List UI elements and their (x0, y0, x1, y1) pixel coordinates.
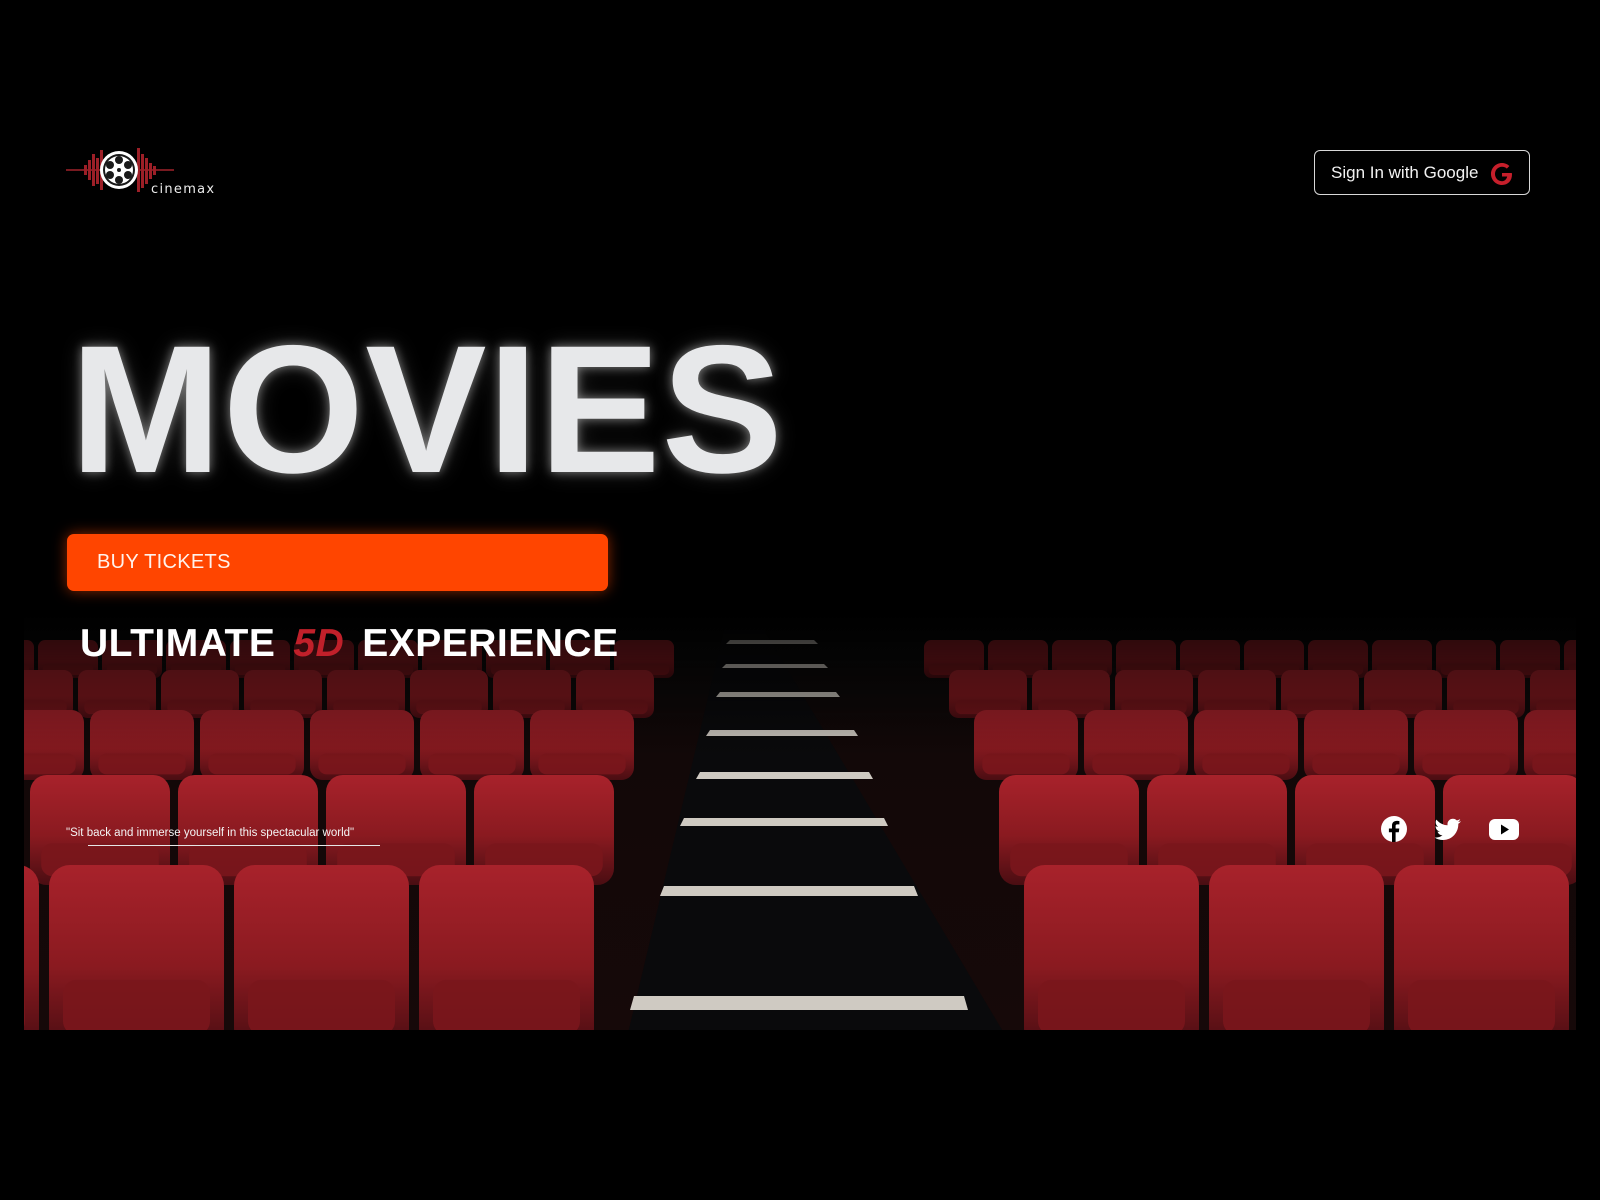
seat-cushion (24, 753, 76, 775)
buy-tickets-label: BUY TICKETS (97, 551, 231, 573)
seat-cushion (1223, 979, 1370, 1036)
seat-cushion (433, 979, 580, 1036)
seat-cushion (1532, 753, 1576, 775)
sign-in-with-google-button[interactable]: Sign In with Google (1314, 150, 1530, 195)
aisle-step (726, 640, 818, 644)
seat-cushion (1202, 753, 1290, 775)
seat-cushion (1422, 753, 1510, 775)
aisle-step (716, 692, 840, 697)
seat-cushion (1092, 753, 1180, 775)
aisle-step (680, 818, 888, 826)
google-g-icon (1491, 163, 1512, 185)
seat-cushion (98, 753, 186, 775)
theater-seats-image (24, 600, 1576, 1050)
twitter-icon[interactable] (1433, 814, 1463, 844)
seat-cushion (1408, 979, 1555, 1036)
seat-cushion (538, 753, 626, 775)
aisle-step (660, 886, 918, 896)
aisle-step (696, 772, 873, 779)
aisle-step (722, 664, 828, 668)
quote-text: "Sit back and immerse yourself in this s… (66, 827, 355, 839)
facebook-icon[interactable] (1379, 814, 1409, 844)
seat-cushion (318, 753, 406, 775)
seat-cushion (982, 753, 1070, 775)
aisle-step (706, 730, 858, 736)
seat-cushion (63, 979, 210, 1036)
seat-cushion (1038, 979, 1185, 1036)
youtube-icon[interactable] (1488, 814, 1520, 844)
page-title: MOVIES (70, 307, 784, 511)
brand-name: cinemax (151, 182, 216, 197)
seat (24, 865, 39, 1050)
seat-cushion (248, 979, 395, 1036)
buy-tickets-button[interactable]: BUY TICKETS (67, 534, 608, 591)
seat-cushion (208, 753, 296, 775)
tagline-accent: 5D (293, 622, 345, 665)
quote-underline (88, 845, 380, 846)
tagline-suffix: EXPERIENCE (362, 622, 619, 665)
seat-cushion (428, 753, 516, 775)
tagline-prefix: ULTIMATE (80, 622, 276, 665)
backdrop-bottom-fade (0, 1030, 1600, 1200)
sign-in-label: Sign In with Google (1331, 162, 1479, 182)
seat-cushion (1312, 753, 1400, 775)
aisle-step (630, 996, 968, 1010)
tagline: ULTIMATE 5D EXPERIENCE (80, 622, 619, 666)
